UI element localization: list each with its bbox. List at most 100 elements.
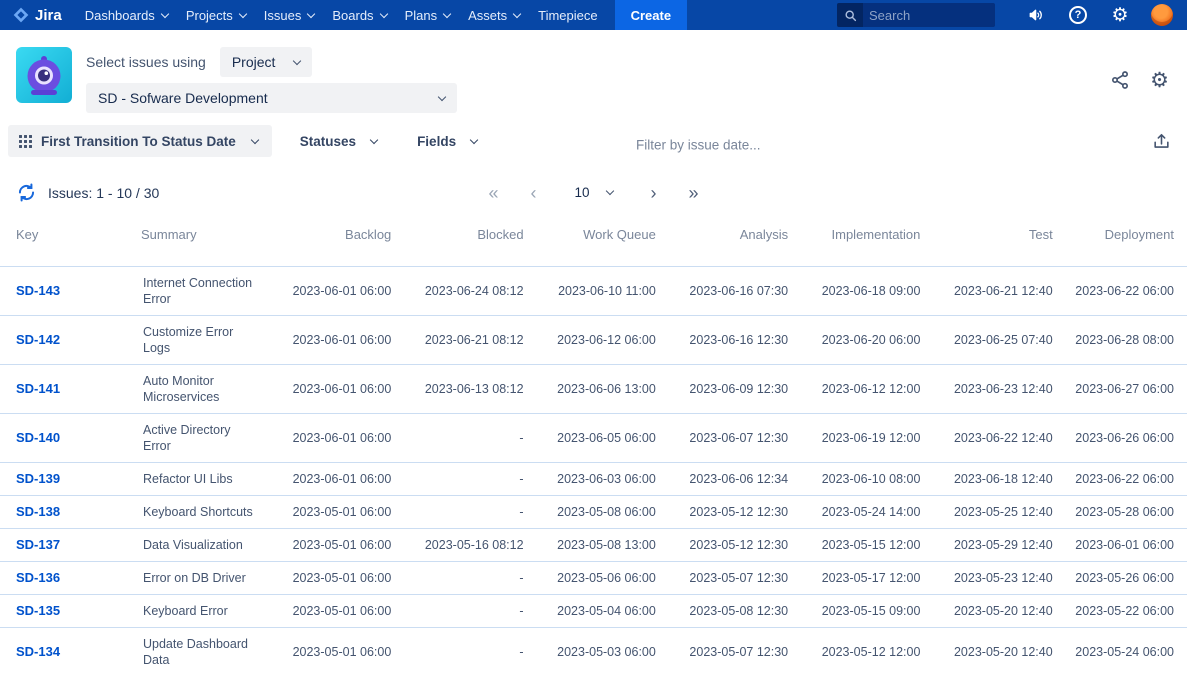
report-header: Select issues using Project SD - Sofware… (0, 30, 1187, 123)
date-cell: 2023-06-16 12:30 (689, 333, 789, 347)
timepiece-app-icon (16, 47, 72, 103)
create-button[interactable]: Create (614, 0, 688, 30)
issue-key-cell: SD-138 (0, 496, 141, 529)
column-header-deployment[interactable]: Deployment (1055, 215, 1187, 267)
date-cell: 2023-05-28 06:00 (1075, 505, 1174, 519)
statuses-dropdown[interactable]: Statuses (288, 125, 389, 157)
column-header-backlog[interactable]: Backlog (261, 215, 393, 267)
issue-key-link[interactable]: SD-143 (16, 283, 60, 298)
report-type-dropdown[interactable]: First Transition To Status Date (8, 125, 272, 157)
issue-key-link[interactable]: SD-134 (16, 644, 60, 659)
search-box[interactable] (837, 3, 995, 27)
date-cell: 2023-05-16 08:12 (424, 538, 524, 552)
search-input[interactable] (863, 7, 983, 23)
jira-logo[interactable]: Jira (12, 6, 62, 24)
date-cell: 2023-06-06 12:34 (689, 472, 789, 486)
issue-key-link[interactable]: SD-137 (16, 537, 60, 552)
first-page-button[interactable]: « (484, 184, 502, 202)
column-header-key[interactable]: Key (0, 215, 141, 267)
next-page-button[interactable]: › (647, 184, 661, 202)
issue-key-cell: SD-134 (0, 628, 141, 677)
date-cell: 2023-05-12 12:30 (689, 538, 789, 552)
issue-source-select[interactable]: Project (219, 47, 313, 77)
date-cell: - (519, 645, 524, 659)
table-row: SD-138 Keyboard Shortcuts 2023-05-01 06:… (0, 495, 1187, 529)
date-cell: 2023-06-20 06:00 (821, 333, 921, 347)
nav-item-plans[interactable]: Plans (396, 0, 460, 30)
date-cell: 2023-06-21 08:12 (424, 333, 524, 347)
issue-key-link[interactable]: SD-135 (16, 603, 60, 618)
date-cell: 2023-05-01 06:00 (292, 505, 392, 519)
table-row: SD-140 Active Directory Error 2023-06-01… (0, 413, 1187, 463)
page-size-select[interactable]: 10 (564, 180, 623, 205)
issue-key-link[interactable]: SD-136 (16, 570, 60, 585)
column-header-test[interactable]: Test (922, 215, 1054, 267)
table-row: SD-136 Error on DB Driver 2023-05-01 06:… (0, 561, 1187, 595)
date-cell: 2023-05-12 12:00 (821, 645, 921, 659)
date-cell: 2023-05-04 06:00 (557, 604, 656, 618)
issue-key-link[interactable]: SD-140 (16, 430, 60, 445)
chevron-down-icon (293, 56, 302, 65)
nav-item-label: Plans (404, 7, 438, 23)
nav-item-timepiece[interactable]: Timepiece (529, 0, 606, 30)
issues-table: Key Summary Backlog Blocked Work Queue A… (0, 215, 1187, 676)
column-header-analysis[interactable]: Analysis (658, 215, 790, 267)
table-row: SD-142 Customize Error Logs 2023-06-01 0… (0, 315, 1187, 365)
last-page-button[interactable]: » (685, 184, 703, 202)
column-header-work-queue[interactable]: Work Queue (526, 215, 658, 267)
previous-page-button[interactable]: ‹ (526, 184, 540, 202)
issue-summary-cell: Internet Connection Error (143, 276, 253, 306)
date-cell: 2023-05-15 09:00 (821, 604, 921, 618)
date-cell: 2023-06-22 06:00 (1075, 284, 1174, 298)
nav-item-dashboards[interactable]: Dashboards (76, 0, 177, 30)
project-select-value: SD - Sofware Development (98, 90, 268, 106)
issue-key-link[interactable]: SD-138 (16, 504, 60, 519)
date-cell: 2023-06-26 06:00 (1075, 431, 1174, 445)
chevron-down-icon (437, 92, 447, 101)
date-cell: 2023-05-01 06:00 (292, 538, 392, 552)
issue-date-filter[interactable]: Filter by issue date... (636, 138, 761, 153)
column-header-blocked[interactable]: Blocked (393, 215, 525, 267)
gear-icon: ⚙ (1150, 68, 1169, 92)
fields-dropdown[interactable]: Fields (405, 125, 489, 157)
date-cell: 2023-06-21 12:40 (953, 284, 1053, 298)
issue-key-link[interactable]: SD-142 (16, 332, 60, 347)
search-icon (837, 3, 863, 27)
issue-key-link[interactable]: SD-141 (16, 381, 60, 396)
issue-key-cell: SD-139 (0, 463, 141, 496)
date-cell: 2023-06-01 06:00 (292, 333, 392, 347)
date-cell: 2023-06-28 08:00 (1075, 333, 1174, 347)
column-header-summary[interactable]: Summary (141, 215, 261, 267)
announcements-icon[interactable] (1021, 0, 1051, 30)
nav-item-label: Dashboards (84, 7, 155, 23)
nav-item-projects[interactable]: Projects (177, 0, 255, 30)
export-button[interactable] (1150, 130, 1173, 153)
report-toolbar: First Transition To Status Date Statuses… (0, 123, 1187, 167)
date-cell: 2023-06-01 06:00 (1075, 538, 1174, 552)
nav-item-issues[interactable]: Issues (255, 0, 324, 30)
refresh-button[interactable] (16, 182, 37, 203)
results-bar: Issues: 1 - 10 / 30 « ‹ 10 › » (0, 167, 1187, 215)
profile-button[interactable] (1147, 0, 1177, 30)
issue-key-cell: SD-137 (0, 529, 141, 562)
date-cell: 2023-06-05 06:00 (557, 431, 656, 445)
date-cell: 2023-05-23 12:40 (953, 571, 1053, 585)
project-select[interactable]: SD - Sofware Development (86, 83, 457, 113)
date-cell: 2023-06-27 06:00 (1075, 382, 1174, 396)
grid-icon (19, 134, 32, 148)
table-row: SD-141 Auto Monitor Microservices 2023-0… (0, 364, 1187, 414)
nav-item-assets[interactable]: Assets (459, 0, 529, 30)
nav-item-boards[interactable]: Boards (323, 0, 395, 30)
report-settings-button[interactable]: ⚙ (1148, 68, 1171, 93)
issues-count-label: Issues: 1 - 10 / 30 (48, 184, 160, 201)
settings-icon[interactable]: ⚙ (1105, 0, 1135, 30)
jira-logo-icon (13, 7, 29, 23)
issue-key-link[interactable]: SD-139 (16, 471, 60, 486)
share-button[interactable] (1108, 68, 1132, 92)
issues-table-body: SD-143 Internet Connection Error 2023-06… (0, 266, 1187, 677)
nav-item-label: Assets (468, 7, 508, 23)
chevron-down-icon (442, 9, 452, 18)
column-header-implementation[interactable]: Implementation (790, 215, 922, 267)
date-cell: 2023-06-22 12:40 (953, 431, 1053, 445)
help-icon[interactable]: ? (1063, 0, 1093, 30)
